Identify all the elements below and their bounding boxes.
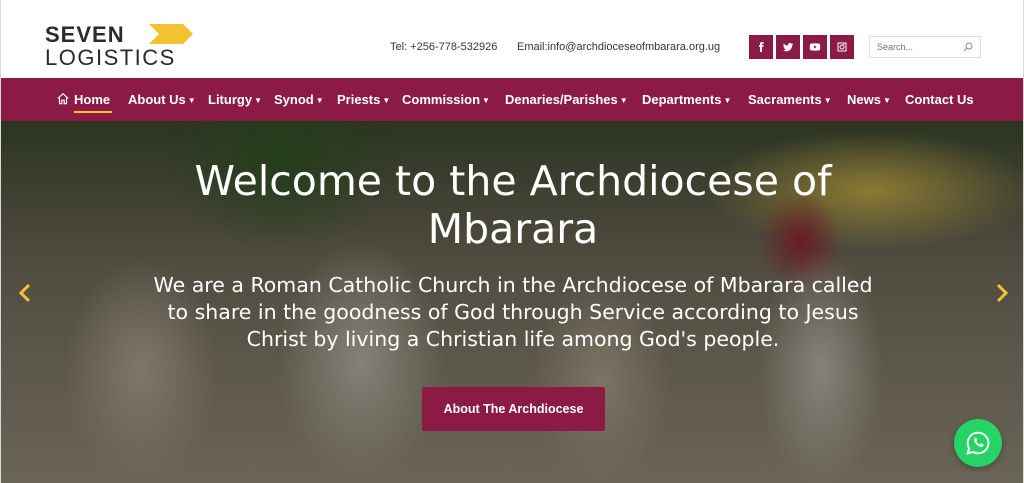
- nav-label: About Us: [128, 92, 186, 107]
- twitter-icon[interactable]: [776, 35, 800, 59]
- chevron-down-icon: ▼: [482, 96, 490, 105]
- search-icon[interactable]: [962, 41, 974, 53]
- hero-title: Welcome to the Archdiocese of Mbarara: [113, 157, 913, 253]
- youtube-icon[interactable]: [803, 35, 827, 59]
- chevron-down-icon: ▼: [315, 96, 324, 105]
- hero-slider: Welcome to the Archdiocese of Mbarara We…: [1, 121, 1023, 483]
- nav-item-synod[interactable]: Synod ▼: [274, 92, 324, 107]
- facebook-icon[interactable]: [749, 35, 773, 59]
- hero-subtitle-line: We are a Roman Catholic Church in the Ar…: [153, 273, 873, 297]
- nav-item-commission[interactable]: Commission ▼: [402, 92, 490, 107]
- nav-label: Liturgy: [208, 92, 253, 107]
- active-indicator: [74, 111, 112, 113]
- contact-email[interactable]: Email:info@archdioceseofmbarara.org.ug: [517, 41, 720, 53]
- site-logo[interactable]: SEVEN LOGISTICS: [45, 22, 195, 72]
- page: SEVEN LOGISTICS Tel: +256-778-532926 Ema…: [0, 0, 1024, 483]
- search-box: [869, 36, 981, 58]
- nav-item-liturgy[interactable]: Liturgy ▼: [208, 92, 262, 107]
- chevron-left-icon[interactable]: [17, 283, 33, 303]
- hero-subtitle-line: Christ by living a Christian life among …: [246, 327, 780, 351]
- nav-label: Contact Us: [905, 92, 974, 107]
- nav-item-departments[interactable]: Departments ▼: [642, 92, 731, 107]
- nav-label: Denaries/Parishes: [505, 92, 618, 107]
- nav-label: Priests: [337, 92, 381, 107]
- logo-text-logistics: LOGISTICS: [45, 45, 176, 70]
- nav-item-contact-us[interactable]: Contact Us: [905, 92, 974, 107]
- hero-title-line: Welcome to the Archdiocese of: [194, 157, 832, 205]
- about-archdiocese-button[interactable]: About The Archdiocese: [422, 387, 605, 431]
- nav-item-news[interactable]: News ▼: [847, 92, 891, 107]
- contact-phone[interactable]: Tel: +256-778-532926: [390, 41, 497, 53]
- nav-item-sacraments[interactable]: Sacraments ▼: [748, 92, 832, 107]
- main-nav: Home About Us ▼ Liturgy ▼ Synod ▼ Priests ▼ …: [1, 78, 1023, 121]
- hero-title-line: Mbarara: [427, 205, 599, 253]
- home-icon: [57, 92, 69, 105]
- hero-subtitle-line: to share in the goodness of God through …: [167, 300, 859, 324]
- nav-label: Sacraments: [748, 92, 822, 107]
- nav-label: Departments: [642, 92, 722, 107]
- nav-label: Synod: [274, 92, 314, 107]
- nav-item-home[interactable]: Home: [74, 92, 110, 107]
- chevron-down-icon: ▼: [723, 96, 732, 105]
- chevron-down-icon: ▼: [187, 96, 196, 105]
- chevron-down-icon: ▼: [882, 96, 891, 105]
- nav-label: Home: [74, 92, 111, 107]
- chevron-down-icon: ▼: [619, 96, 628, 105]
- nav-label: Commission: [402, 92, 481, 107]
- nav-item-priests[interactable]: Priests ▼: [337, 92, 390, 107]
- chevron-down-icon: ▼: [254, 96, 262, 105]
- search-input[interactable]: [870, 37, 956, 57]
- nav-item-denaries-parishes[interactable]: Denaries/Parishes ▼: [505, 92, 628, 107]
- nav-item-about-us[interactable]: About Us ▼: [128, 92, 196, 107]
- whatsapp-button[interactable]: [954, 419, 1002, 467]
- chevron-down-icon: ▼: [823, 96, 832, 105]
- whatsapp-icon: [966, 431, 990, 455]
- nav-label: News: [847, 92, 881, 107]
- instagram-icon[interactable]: [830, 35, 854, 59]
- chevron-right-icon[interactable]: [994, 283, 1010, 303]
- chevron-down-icon: ▼: [382, 96, 391, 105]
- hero-subtitle: We are a Roman Catholic Church in the Ar…: [113, 272, 913, 353]
- logo-chevron-icon: [149, 24, 193, 44]
- site-header: SEVEN LOGISTICS Tel: +256-778-532926 Ema…: [1, 0, 1023, 78]
